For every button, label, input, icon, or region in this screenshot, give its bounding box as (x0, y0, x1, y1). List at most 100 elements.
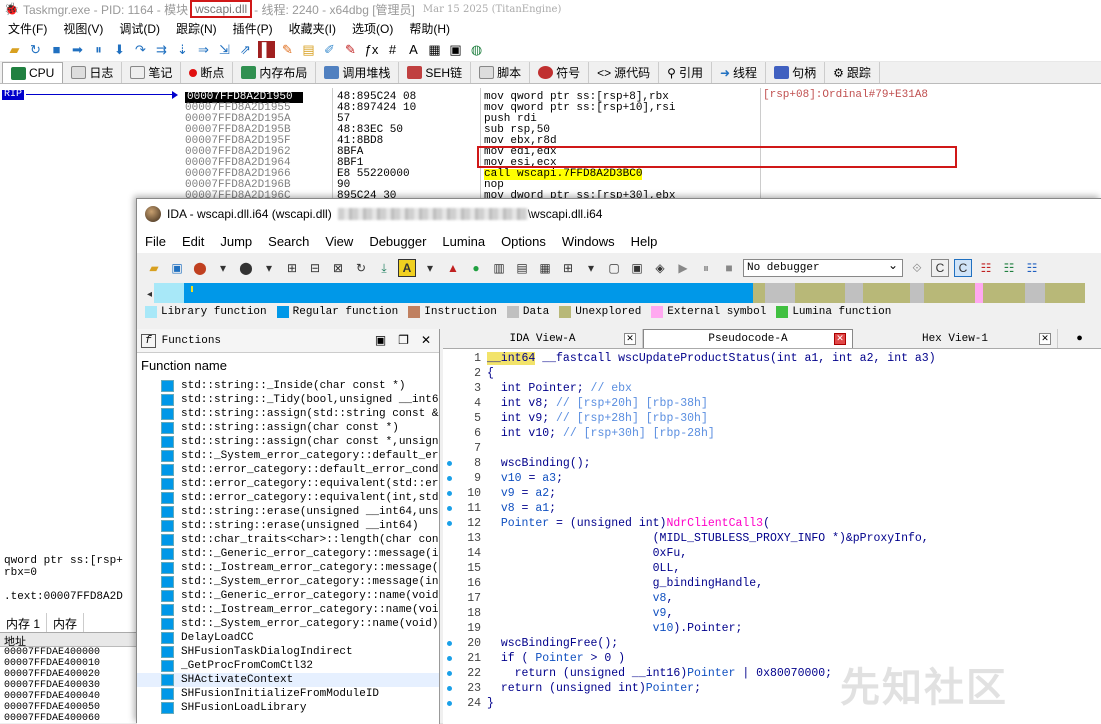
struct-icon[interactable]: ▣ (628, 259, 646, 277)
bookmark-icon[interactable]: ✐ (321, 41, 338, 58)
label-icon[interactable]: ▤ (300, 41, 317, 58)
tab-symbols[interactable]: 符号 (530, 62, 590, 83)
tab-threads[interactable]: ➜ 线程 (712, 62, 767, 83)
menu-help[interactable]: 帮助(H) (401, 20, 458, 37)
open-icon[interactable]: ▰ (6, 41, 23, 58)
code-line[interactable]: 18 v9, (443, 606, 1101, 621)
debugger-select[interactable]: No debugger (743, 258, 903, 277)
close-icon[interactable]: ✕ (624, 332, 636, 345)
globe-icon[interactable]: ◍ (468, 41, 485, 58)
stop-icon[interactable]: ■ (720, 259, 738, 277)
ida-menu-search[interactable]: Search (260, 234, 317, 249)
code-line[interactable]: 1 __int64 __fastcall wscUpdateProductStat… (443, 351, 1101, 366)
comment-icon[interactable]: ✎ (279, 41, 296, 58)
code-line[interactable]: 10 v9 = a2; (443, 486, 1101, 501)
attach-icon[interactable]: ⟐ (908, 259, 926, 277)
ida-menu-edit[interactable]: Edit (174, 234, 212, 249)
code-line[interactable]: 14 0xFu, (443, 546, 1101, 561)
tab-log[interactable]: 日志 (63, 62, 123, 83)
list-red-icon[interactable]: ☷ (977, 259, 995, 277)
navigation-band[interactable]: ◂ (145, 283, 1095, 303)
pause-icon[interactable]: ⏸ (90, 41, 107, 58)
strings-icon[interactable]: ▦ (426, 41, 443, 58)
tab-source[interactable]: <> 源代码 (589, 62, 660, 83)
stop-icon[interactable]: ■ (48, 41, 65, 58)
list3-icon[interactable]: ▦ (536, 259, 554, 277)
code-line[interactable]: 4 int v8; // [rsp+20h] [rbp-38h] (443, 396, 1101, 411)
close-icon[interactable]: ✕ (1039, 332, 1051, 345)
menu-file[interactable]: 文件(F) (0, 20, 55, 37)
trace-over-icon[interactable]: ⇣ (174, 41, 191, 58)
text-icon[interactable]: A (398, 259, 416, 277)
box-icon[interactable]: ▢ (605, 259, 623, 277)
hash-icon[interactable]: # (384, 41, 401, 58)
ida-menu-jump[interactable]: Jump (212, 234, 260, 249)
function-row[interactable]: std::string::erase(unsigned __int64) (137, 519, 439, 533)
function-row[interactable]: std::_System_error_category::default_err (137, 449, 439, 463)
grid-icon[interactable]: ⊞ (559, 259, 577, 277)
function-row[interactable]: std::string::assign(char const *,unsigne (137, 435, 439, 449)
calculator-icon[interactable]: ▣ (447, 41, 464, 58)
mark-icon[interactable]: ▲ (444, 259, 462, 277)
function-row[interactable]: DelayLoadCC (137, 631, 439, 645)
function-row[interactable]: std::_Generic_error_category::message(in (137, 547, 439, 561)
tab-trace[interactable]: ⚙ 跟踪 (825, 62, 880, 83)
tab-call-stack[interactable]: 调用堆栈 (316, 62, 400, 83)
code-line[interactable]: 20 wscBindingFree(); (443, 636, 1101, 651)
function-row[interactable]: SHFusionTaskDialogIndirect (137, 645, 439, 659)
code-line[interactable]: 16 g_bindingHandle, (443, 576, 1101, 591)
function-row[interactable]: std::_System_error_category::message(int (137, 575, 439, 589)
ida-menu-file[interactable]: File (137, 234, 174, 249)
tab-notes[interactable]: 笔记 (122, 62, 182, 83)
function-row[interactable]: std::string::_Inside(char const *) (137, 379, 439, 393)
play-icon[interactable]: ▶ (674, 259, 692, 277)
forward-icon[interactable]: ⬤ (237, 259, 255, 277)
menu-debug[interactable]: 调试(D) (111, 20, 168, 37)
patch-icon[interactable]: ▌ (258, 41, 275, 58)
memory-row[interactable]: 00007FFDAE400010 (0, 658, 136, 669)
font-icon[interactable]: A (405, 41, 422, 58)
refresh-icon[interactable]: ↻ (352, 259, 370, 277)
list2-icon[interactable]: ▤ (513, 259, 531, 277)
tab-ida-view[interactable]: IDA View-A ✕ (443, 329, 643, 348)
restore-icon[interactable]: ❐ (398, 333, 409, 348)
menu-plugins[interactable]: 插件(P) (225, 20, 281, 37)
open-folder-icon[interactable]: ▰ (145, 259, 163, 277)
memory-row[interactable]: 00007FFDAE400060 (0, 713, 136, 724)
c-active-icon[interactable]: C (954, 259, 972, 277)
close-icon[interactable]: ✕ (421, 333, 431, 348)
function-row[interactable]: _GetProcFromComCtl32 (137, 659, 439, 673)
trace-into-icon[interactable]: ⇉ (153, 41, 170, 58)
step-into-icon[interactable]: ⬇ (111, 41, 128, 58)
tab-references[interactable]: ⚲ 引用 (659, 62, 712, 83)
c-icon[interactable]: C (931, 259, 949, 277)
function-row[interactable]: std::string::erase(unsigned __int64,unsi (137, 505, 439, 519)
back-icon[interactable]: ⬤ (191, 259, 209, 277)
code-line[interactable]: 15 0LL, (443, 561, 1101, 576)
function-row[interactable]: std::error_category::equivalent(int,std: (137, 491, 439, 505)
memory-row[interactable]: 00007FFDAE400020 (0, 669, 136, 680)
code-line[interactable]: 3 int Pointer; // ebx (443, 381, 1101, 396)
info-icon[interactable]: ● (1076, 333, 1083, 345)
tab-seh[interactable]: SEH链 (399, 62, 472, 83)
code-line[interactable]: 7 (443, 441, 1101, 456)
function-row[interactable]: SHActivateContext (137, 673, 439, 687)
function-row[interactable]: std::string::assign(char const *) (137, 421, 439, 435)
function-row[interactable]: std::char_traits<char>::length(char cons (137, 533, 439, 547)
function-row[interactable]: std::string::assign(std::string const &,… (137, 407, 439, 421)
down-arrow-icon[interactable]: ⤓ (375, 259, 393, 277)
code-line[interactable]: 17 v8, (443, 591, 1101, 606)
step-over-icon[interactable]: ↷ (132, 41, 149, 58)
dropdown-icon[interactable]: ▾ (421, 259, 439, 277)
graph-icon[interactable]: ⊞ (283, 259, 301, 277)
code-line[interactable]: 6 int v10; // [rsp+30h] [rbp-28h] (443, 426, 1101, 441)
enum-icon[interactable]: ◈ (651, 259, 669, 277)
memory-row[interactable]: 00007FFDAE400030 (0, 680, 136, 691)
dropdown-icon[interactable]: ▾ (214, 259, 232, 277)
tab-memory-1[interactable]: 内存 1 (0, 613, 48, 632)
tab-cpu[interactable]: CPU (2, 62, 64, 83)
maximize-icon[interactable]: ▣ (375, 333, 386, 348)
function-row[interactable]: SHFusionInitializeFromModuleID (137, 687, 439, 701)
code-line[interactable]: 12 Pointer = (unsigned int)NdrClientCall… (443, 516, 1101, 531)
green-circle-icon[interactable]: ● (467, 259, 485, 277)
